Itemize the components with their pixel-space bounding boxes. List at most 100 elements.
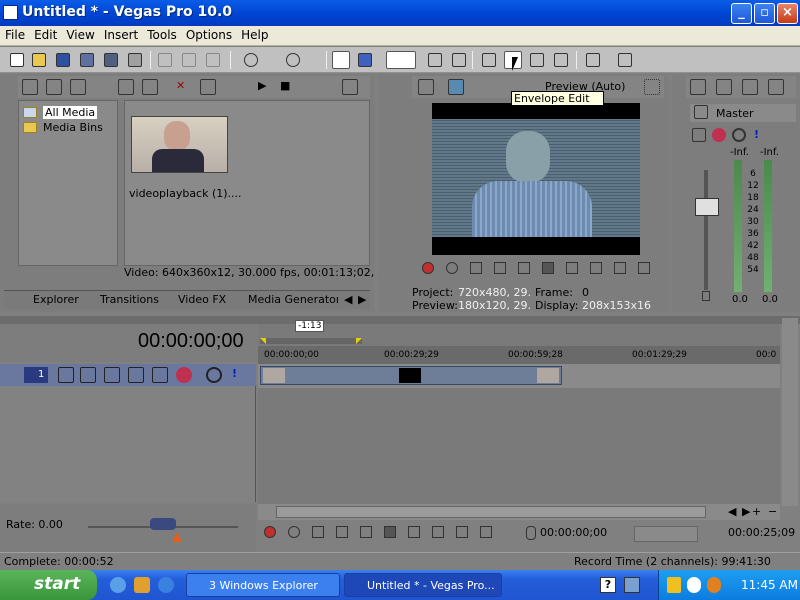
master-fader[interactable]: [695, 198, 719, 216]
network-tray-icon[interactable]: [687, 577, 701, 593]
timeline-next-frame-icon[interactable]: [480, 526, 492, 538]
timeline-record-icon[interactable]: [264, 526, 276, 538]
timeline-previous-frame-icon[interactable]: [456, 526, 468, 538]
horizontal-scrollbar[interactable]: ◀ ▶ + −: [258, 504, 780, 520]
enable-snapping-icon[interactable]: [332, 51, 350, 69]
preview-properties-icon[interactable]: [418, 79, 434, 95]
external-monitor-icon[interactable]: [448, 79, 464, 95]
master-mute-icon[interactable]: [732, 128, 746, 142]
copy-icon[interactable]: [180, 51, 198, 69]
paste-icon[interactable]: [204, 51, 222, 69]
render-as-icon[interactable]: [102, 51, 120, 69]
loop-end-marker[interactable]: [356, 338, 362, 344]
timeline-go-to-end-icon[interactable]: [432, 526, 444, 538]
file-name[interactable]: videoplayback (1)....: [129, 187, 242, 200]
track-mute-icon[interactable]: [206, 367, 222, 383]
search-tray-icon[interactable]: [707, 577, 721, 593]
loop-region[interactable]: [260, 338, 362, 344]
cursor-time[interactable]: 00:00:00;00: [540, 526, 607, 542]
timeline-loop-icon[interactable]: [288, 526, 300, 538]
explorer-refresh-icon[interactable]: [70, 79, 86, 95]
tabs-scroll-right-icon[interactable]: ▶: [358, 293, 366, 306]
taskbar-windows-explorer[interactable]: 3 Windows Explorer: [186, 573, 340, 597]
selection-start-field[interactable]: [634, 526, 698, 542]
tree-item-all-media[interactable]: All Media: [23, 106, 98, 119]
cut-icon[interactable]: [156, 51, 174, 69]
master-insert-fx-icon[interactable]: [692, 128, 706, 142]
record-icon[interactable]: [422, 262, 434, 274]
timeline-play-from-start-icon[interactable]: [312, 526, 324, 538]
taskbar-vegas-pro[interactable]: Untitled * - Vegas Pro...: [344, 573, 502, 597]
normal-edit-tool-icon[interactable]: [480, 51, 498, 69]
undo-icon[interactable]: [242, 51, 260, 69]
explorer-delete-icon[interactable]: ✕: [176, 79, 192, 95]
track-fx-icon[interactable]: [104, 367, 120, 383]
ripple-edit-icon[interactable]: [386, 51, 416, 69]
save-icon[interactable]: [54, 51, 72, 69]
overlays-icon[interactable]: [644, 79, 660, 95]
scroll-right-icon[interactable]: ▶: [742, 505, 750, 518]
network-status-icon[interactable]: [624, 577, 640, 593]
menu-file[interactable]: File: [0, 26, 29, 42]
explorer-view-menu-icon[interactable]: [342, 79, 358, 95]
new-project-icon[interactable]: [8, 51, 26, 69]
play-from-start-icon[interactable]: [470, 262, 482, 274]
security-tray-icon[interactable]: [667, 577, 681, 593]
zoom-edit-tool-icon[interactable]: [552, 51, 570, 69]
explorer-views-icon[interactable]: [46, 79, 62, 95]
timeline-pause-icon[interactable]: [360, 526, 372, 538]
menu-view[interactable]: View: [61, 26, 98, 42]
previous-frame-icon[interactable]: [614, 262, 626, 274]
scroll-left-icon[interactable]: ◀: [728, 505, 736, 518]
downmix-icon[interactable]: [716, 79, 732, 95]
mixer-properties-icon[interactable]: [690, 79, 706, 95]
go-to-start-icon[interactable]: [566, 262, 578, 274]
explorer-properties-icon[interactable]: [200, 79, 216, 95]
explorer-get-media-icon[interactable]: [142, 79, 158, 95]
close-button[interactable]: ×: [777, 3, 798, 24]
auto-crossfade-icon[interactable]: [356, 51, 374, 69]
timeline-go-to-start-icon[interactable]: [408, 526, 420, 538]
restore-button[interactable]: ▫: [754, 3, 775, 24]
track-effects-icon[interactable]: [176, 367, 192, 383]
save-as-icon[interactable]: [78, 51, 96, 69]
track-solo-icon[interactable]: !: [232, 367, 248, 383]
properties-icon[interactable]: [126, 51, 144, 69]
dim-output-icon[interactable]: [742, 79, 758, 95]
ie-quicklaunch-icon[interactable]: [110, 577, 126, 593]
timeline-play-icon[interactable]: [336, 526, 348, 538]
tab-transitions[interactable]: Transitions: [100, 293, 159, 306]
master-fx-icon[interactable]: [712, 128, 726, 142]
paint-tool-icon[interactable]: [584, 51, 602, 69]
start-button[interactable]: start: [0, 570, 97, 600]
tabs-scroll-left-icon[interactable]: ◀: [344, 293, 352, 306]
minimize-button[interactable]: _: [731, 3, 752, 24]
tab-media-generators[interactable]: Media Generators: [248, 293, 338, 306]
master-solo-icon[interactable]: !: [754, 128, 764, 142]
help-tray-icon[interactable]: ?: [600, 577, 616, 593]
menu-tools[interactable]: Tools: [142, 26, 181, 42]
video-clip[interactable]: [260, 366, 562, 385]
menu-help[interactable]: Help: [236, 26, 272, 42]
tree-item-media-bins[interactable]: Media Bins: [23, 121, 103, 134]
open-icon[interactable]: [30, 51, 48, 69]
explorer-play-icon[interactable]: ▶: [258, 79, 274, 95]
lock-envelopes-icon[interactable]: [426, 51, 444, 69]
stop-icon[interactable]: [542, 262, 554, 274]
tab-explorer[interactable]: Explorer: [33, 293, 79, 306]
pause-icon[interactable]: [518, 262, 530, 274]
vegas-app-icon[interactable]: [3, 5, 18, 20]
next-frame-icon[interactable]: [638, 262, 650, 274]
menu-options[interactable]: Options: [181, 26, 236, 42]
track-compositing-icon[interactable]: [80, 367, 96, 383]
zoom-in-icon[interactable]: +: [752, 505, 761, 518]
explorer-start-preview-icon[interactable]: [118, 79, 134, 95]
selection-edit-tool-icon[interactable]: [528, 51, 546, 69]
selection-end-time[interactable]: 00:00:25;09: [728, 526, 795, 542]
loop-start-marker[interactable]: [260, 338, 266, 344]
menu-edit[interactable]: Edit: [29, 26, 61, 42]
go-to-end-icon[interactable]: [590, 262, 602, 274]
timeline-stop-icon[interactable]: [384, 526, 396, 538]
whats-this-help-icon[interactable]: [616, 51, 634, 69]
fader-lock-icon[interactable]: [702, 291, 710, 301]
